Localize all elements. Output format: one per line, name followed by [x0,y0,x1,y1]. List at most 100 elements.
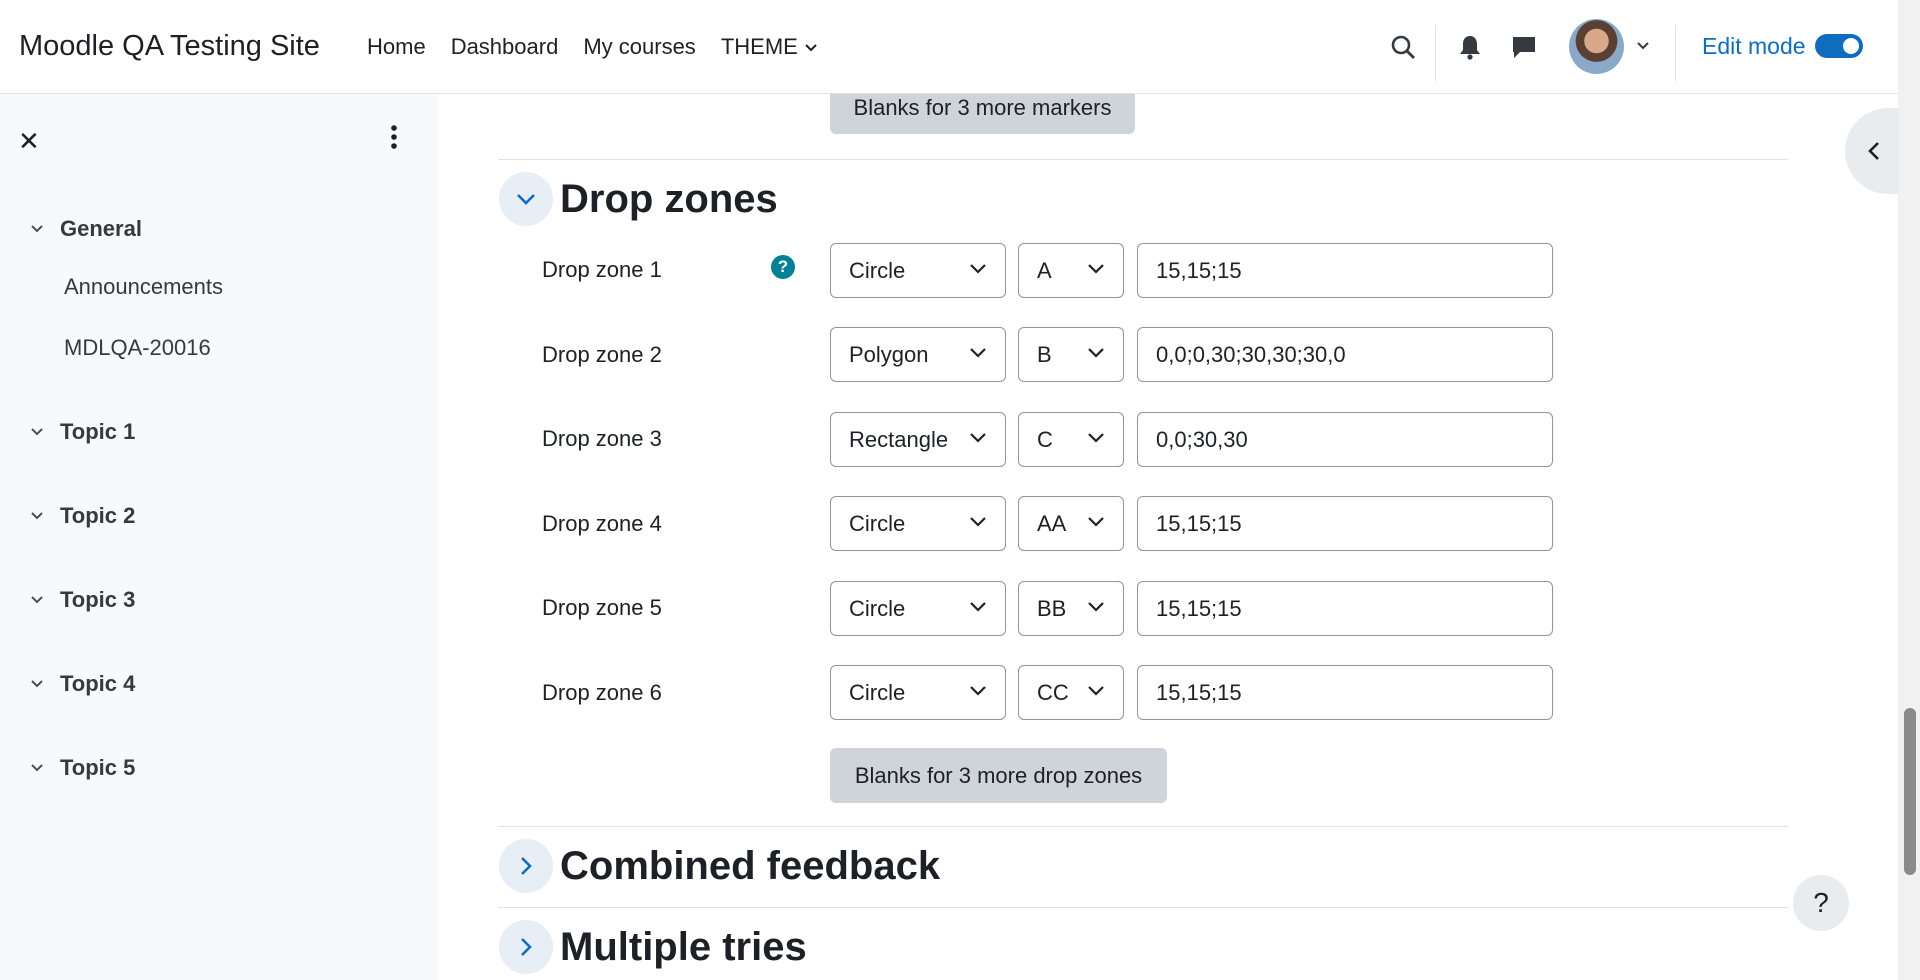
bell-icon[interactable] [1454,31,1486,63]
chevron-down-icon [970,433,986,443]
select-value: Circle [849,595,906,621]
course-section-topic-1[interactable]: Topic 1 [30,419,135,445]
drop-zone-label: Drop zone 1 [542,257,662,282]
blanks-more-drop-zones-button[interactable]: Blanks for 3 more drop zones [830,748,1167,803]
chat-icon[interactable] [1507,31,1541,63]
chevron-down-icon[interactable] [30,679,46,689]
collapse-drop-zones-button[interactable] [499,172,553,226]
chevron-down-icon[interactable] [30,595,46,605]
chevron-down-icon [805,44,817,52]
drop-zone-coords-input[interactable]: 15,15;15 [1137,496,1553,551]
kebab-menu-icon[interactable] [390,124,398,155]
section-label: Topic 3 [60,587,136,612]
select-value: Polygon [849,341,929,367]
nav-my-courses[interactable]: My courses [583,34,695,60]
drop-zone-marker-select[interactable]: AA [1018,496,1124,551]
drop-zone-label: Drop zone 5 [542,595,662,620]
avatar[interactable] [1569,19,1624,74]
drop-zone-marker-select[interactable]: CC [1018,665,1124,720]
top-navbar: Moodle QA Testing Site Home Dashboard My… [0,0,1898,94]
chevron-down-icon [970,517,986,527]
select-value: AA [1037,510,1067,536]
section-divider [498,907,1788,908]
select-value: CC [1037,679,1069,705]
chevron-down-icon[interactable] [30,224,46,234]
chevron-down-icon [970,686,986,696]
section-label: Topic 1 [60,419,136,444]
section-label: Topic 4 [60,671,136,696]
section-divider [498,826,1788,827]
course-item-announcements[interactable]: Announcements [64,274,223,300]
search-icon[interactable] [1386,30,1420,64]
chevron-down-icon [1088,264,1104,274]
section-label: Topic 5 [60,755,136,780]
chevron-down-icon[interactable] [30,427,46,437]
main-content: Blanks for 3 more markers Drop zones Dro… [438,82,1898,980]
select-value: A [1037,257,1052,283]
chevron-down-icon [970,348,986,358]
chevron-down-icon [1088,602,1104,612]
nav-dashboard[interactable]: Dashboard [451,34,559,60]
edit-mode-label: Edit mode [1702,33,1806,59]
select-value: Rectangle [849,426,949,452]
drop-zone-label: Drop zone 6 [542,680,662,705]
help-icon[interactable]: ? [771,255,795,279]
drop-zones-heading: Drop zones [560,177,778,221]
drop-zone-coords-input[interactable]: 15,15;15 [1137,581,1553,636]
drop-zone-shape-select[interactable]: Circle [830,496,1006,551]
nav-theme[interactable]: THEME [721,34,818,60]
chevron-down-icon [1088,433,1104,443]
scrollbar-thumb[interactable] [1904,708,1916,875]
drop-zone-shape-select[interactable]: Circle [830,243,1006,298]
drop-zone-shape-select[interactable]: Rectangle [830,412,1006,467]
drop-zone-shape-select[interactable]: Circle [830,665,1006,720]
primary-navigation: Home Dashboard My courses THEME [367,34,818,60]
select-value: BB [1037,595,1067,621]
chevron-down-icon [517,194,535,205]
drop-zone-label: Drop zone 3 [542,426,662,451]
drop-zone-shape-select[interactable]: Circle [830,581,1006,636]
select-value: C [1037,426,1053,452]
course-section-general[interactable]: General [30,216,142,242]
drop-zone-coords-input[interactable]: 15,15;15 [1137,243,1553,298]
course-section-topic-4[interactable]: Topic 4 [30,671,135,697]
navbar-divider [1435,25,1436,81]
nav-home[interactable]: Home [367,34,426,60]
chevron-down-icon[interactable] [1634,37,1652,55]
select-value: Circle [849,679,906,705]
section-divider [498,159,1788,160]
multiple-tries-heading[interactable]: Multiple tries [560,925,807,970]
drop-zone-marker-select[interactable]: B [1018,327,1124,382]
drop-zone-coords-input[interactable]: 0,0;0,30;30,30;30,0 [1137,327,1553,382]
chevron-down-icon [1088,686,1104,696]
nav-theme-label: THEME [720,34,798,59]
section-label: General [60,216,142,241]
select-value: B [1037,341,1052,367]
footer-help-button[interactable]: ? [1793,875,1849,931]
chevron-down-icon [970,264,986,274]
course-item-mdlqa[interactable]: MDLQA-20016 [64,335,211,361]
drop-zone-coords-input[interactable]: 0,0;30,30 [1137,412,1553,467]
course-section-topic-2[interactable]: Topic 2 [30,503,135,529]
chevron-right-icon [521,857,532,875]
drop-zone-marker-select[interactable]: C [1018,412,1124,467]
chevron-down-icon[interactable] [30,763,46,773]
close-icon[interactable]: ✕ [18,126,40,157]
expand-combined-feedback-button[interactable] [499,839,553,893]
drop-zone-label: Drop zone 4 [542,511,662,536]
drop-zone-shape-select[interactable]: Polygon [830,327,1006,382]
edit-mode-toggle[interactable] [1815,34,1863,58]
combined-feedback-heading[interactable]: Combined feedback [560,844,940,889]
course-section-topic-5[interactable]: Topic 5 [30,755,135,781]
select-value: Circle [849,257,906,283]
expand-multiple-tries-button[interactable] [499,920,553,974]
site-name[interactable]: Moodle QA Testing Site [19,30,320,63]
drop-zone-marker-select[interactable]: BB [1018,581,1124,636]
drop-zone-coords-input[interactable]: 15,15;15 [1137,665,1553,720]
chevron-down-icon [1088,348,1104,358]
drop-zone-marker-select[interactable]: A [1018,243,1124,298]
section-label: Topic 2 [60,503,136,528]
chevron-left-icon [1868,142,1879,160]
course-section-topic-3[interactable]: Topic 3 [30,587,135,613]
chevron-down-icon[interactable] [30,511,46,521]
